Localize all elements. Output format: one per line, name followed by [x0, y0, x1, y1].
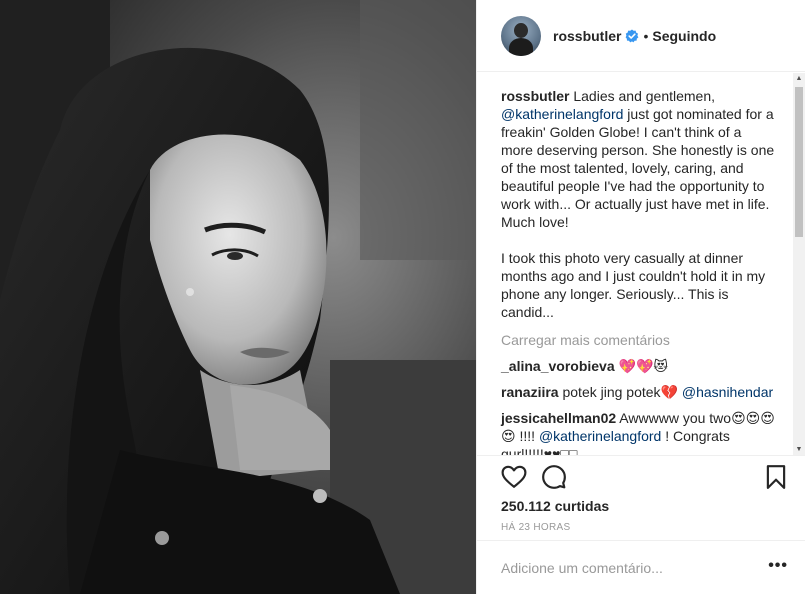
- comments-list[interactable]: rossbutler Ladies and gentlemen, @kather…: [477, 73, 805, 455]
- bookmark-icon[interactable]: [763, 464, 789, 490]
- comment-username[interactable]: _alina_vorobieva: [501, 358, 615, 374]
- comment-item: ranaziira potek jing potek💔 @hasnihendar: [501, 383, 776, 401]
- caption-text-intro: Ladies and gentlemen,: [569, 88, 719, 104]
- post-timestamp[interactable]: HÁ 23 HORAS: [501, 522, 570, 533]
- post-panel: rossbutler • Seguindo rossbutler Ladies …: [476, 0, 805, 594]
- comment-username[interactable]: ranaziira: [501, 384, 559, 400]
- comment-text: 💖💖😻: [614, 358, 668, 374]
- load-more-comments-button[interactable]: Carregar mais comentários: [501, 331, 776, 349]
- verified-badge-icon: [626, 29, 639, 42]
- follow-status-button[interactable]: Seguindo: [652, 28, 716, 44]
- avatar-body: [509, 37, 533, 56]
- photo-illustration: [0, 0, 476, 594]
- comment-mention[interactable]: @katherinelangford: [539, 428, 661, 444]
- heart-icon[interactable]: [501, 464, 527, 490]
- scroll-up-arrow-icon[interactable]: ▲: [795, 75, 803, 82]
- post-caption: rossbutler Ladies and gentlemen, @kather…: [501, 87, 776, 321]
- comment-text: potek jing potek💔: [558, 384, 682, 400]
- more-options-button[interactable]: •••: [768, 557, 788, 575]
- header-username[interactable]: rossbutler: [553, 28, 621, 44]
- comments-scrollbar[interactable]: ▲ ▼: [793, 73, 805, 455]
- add-comment-input[interactable]: [501, 557, 751, 579]
- follow-separator: •: [643, 27, 649, 44]
- scrollbar-thumb[interactable]: [795, 87, 803, 237]
- caption-mention[interactable]: @katherinelangford: [501, 106, 623, 122]
- comment-mention[interactable]: @hasnihendar: [682, 384, 773, 400]
- comment-item: _alina_vorobieva 💖💖😻: [501, 357, 776, 375]
- caption-text-rest: just got nominated for a freakin' Golden…: [501, 106, 775, 320]
- comment-username[interactable]: jessicahellman02: [501, 410, 616, 426]
- post-photo[interactable]: [0, 0, 476, 594]
- comment-icon[interactable]: [541, 464, 567, 490]
- comment-item: jessicahellman02 Awwwww you two😍😍😍😍 !!!!…: [501, 409, 776, 455]
- caption-username[interactable]: rossbutler: [501, 88, 569, 104]
- scroll-down-arrow-icon[interactable]: ▼: [795, 446, 803, 453]
- add-comment-section: •••: [477, 540, 805, 594]
- post-header: rossbutler • Seguindo: [477, 0, 805, 72]
- likes-count[interactable]: 250.112 curtidas: [501, 498, 609, 514]
- avatar[interactable]: [501, 15, 541, 56]
- avatar-head: [514, 22, 528, 38]
